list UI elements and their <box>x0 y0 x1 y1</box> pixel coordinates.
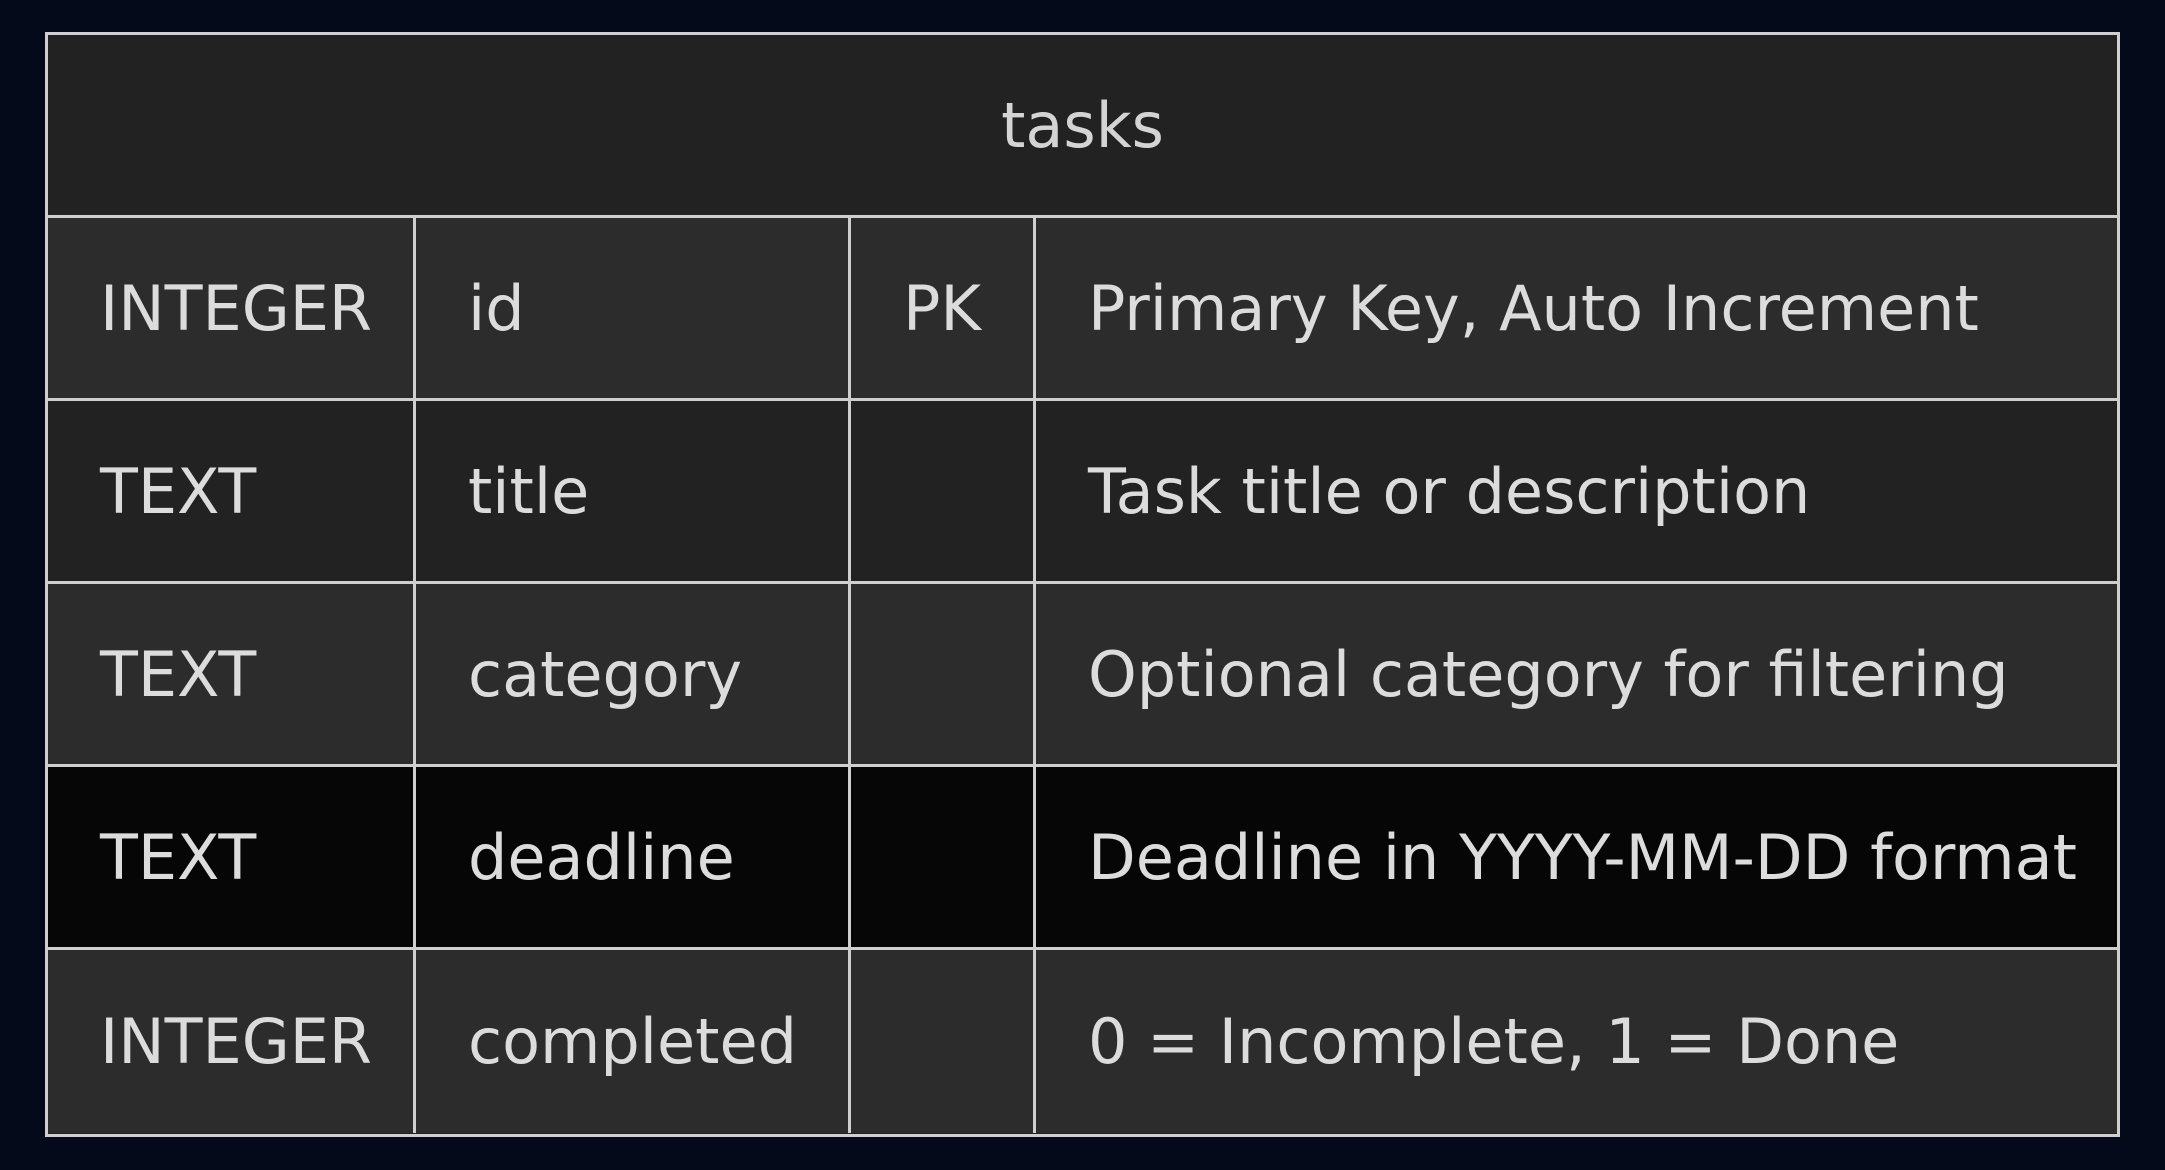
attribute-row-title: TEXT title Task title or description <box>48 401 2117 584</box>
attribute-row-completed: INTEGER completed 0 = Incomplete, 1 = Do… <box>48 950 2117 1133</box>
attribute-type: TEXT <box>48 767 416 947</box>
attribute-key <box>851 767 1036 947</box>
attribute-comment: Deadline in YYYY-MM-DD format <box>1088 820 2077 894</box>
entity-title: tasks <box>48 35 2117 218</box>
attribute-type: TEXT <box>48 401 416 581</box>
attribute-type: INTEGER <box>48 950 416 1133</box>
attribute-comment: 0 = Incomplete, 1 = Done <box>1088 1005 1900 1078</box>
attribute-key <box>851 401 1036 581</box>
attribute-row-deadline: TEXT deadline Deadline in YYYY-MM-DD for… <box>48 767 2117 950</box>
attribute-key: PK <box>851 218 1036 398</box>
attribute-row-category: TEXT category Optional category for filt… <box>48 584 2117 767</box>
attribute-type: INTEGER <box>48 218 416 398</box>
attribute-comment: Primary Key, Auto Increment <box>1088 271 1979 345</box>
attribute-comment: Optional category for filtering <box>1088 637 2009 711</box>
attribute-comment: Task title or description <box>1088 454 1811 528</box>
attribute-name: id <box>416 218 851 398</box>
attribute-key <box>851 584 1036 764</box>
attribute-name: completed <box>416 950 851 1133</box>
attribute-key <box>851 950 1036 1133</box>
attribute-name: title <box>416 401 851 581</box>
entity-table-tasks: tasks INTEGER id PK Primary Key, Auto In… <box>45 32 2120 1137</box>
attribute-name: deadline <box>416 767 851 947</box>
attribute-name: category <box>416 584 851 764</box>
attribute-row-id: INTEGER id PK Primary Key, Auto Incremen… <box>48 218 2117 401</box>
attribute-type: TEXT <box>48 584 416 764</box>
